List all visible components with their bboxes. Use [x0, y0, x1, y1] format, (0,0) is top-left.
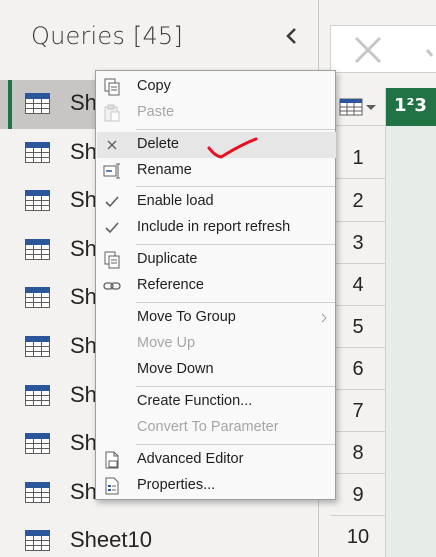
menu-label: Duplicate [137, 251, 198, 267]
menu-label: Properties... [137, 477, 216, 493]
menu-label: Rename [137, 162, 192, 178]
menu-item-reference[interactable]: Reference [97, 273, 336, 299]
power-query-editor: Queries [45] Sheet10 1²3 1 2 3 4 5 6 7 8… [0, 0, 436, 557]
table-icon [25, 93, 50, 114]
data-column[interactable] [386, 126, 436, 557]
collapse-pane-button[interactable] [280, 24, 304, 48]
checkmark-icon [105, 196, 119, 208]
row-number: 4 [330, 264, 386, 306]
column-type-icon[interactable]: 1²3 [394, 95, 427, 116]
commit-formula-button[interactable] [425, 40, 436, 60]
row-number: 9 [330, 474, 386, 516]
menu-label: Convert To Parameter [137, 419, 279, 435]
row-number: 2 [330, 180, 386, 222]
red-checkmark-annotation [207, 137, 258, 159]
reference-link-icon [103, 282, 121, 290]
menu-item-move-up[interactable]: Move Up [97, 331, 336, 357]
query-item-sheet10[interactable]: Sheet10 [0, 517, 318, 557]
advanced-editor-icon [105, 451, 119, 469]
table-icon [25, 530, 50, 552]
delete-x-icon [107, 140, 117, 150]
queries-title: Queries [45] [31, 22, 183, 50]
query-item-sheet1[interactable]: Sheet1 [0, 80, 140, 129]
queries-header: Queries [45] [0, 0, 318, 76]
chevron-left-icon [286, 28, 296, 44]
menu-separator [136, 186, 335, 187]
menu-label: Paste [137, 104, 175, 120]
menu-item-duplicate[interactable]: Duplicate [97, 247, 336, 273]
query-label: Sheet10 [70, 527, 152, 553]
row-number: 6 [330, 348, 386, 390]
menu-separator [136, 129, 335, 130]
row-number: 7 [330, 390, 386, 432]
table-icon [25, 238, 50, 260]
menu-item-create-function[interactable]: Create Function... [97, 389, 336, 415]
menu-label: Copy [137, 78, 171, 94]
table-menu-icon [339, 98, 376, 116]
row-number: 3 [330, 222, 386, 264]
row-number: 10 [330, 516, 386, 557]
menu-separator [136, 302, 335, 303]
selection-accent [8, 80, 12, 129]
table-menu-button[interactable] [330, 88, 386, 126]
checkmark-icon [425, 49, 434, 57]
table-icon [25, 141, 50, 163]
table-icon [25, 335, 50, 357]
table-icon [25, 190, 50, 212]
menu-label: Include in report refresh [137, 219, 291, 235]
cancel-formula-button[interactable] [352, 34, 384, 66]
menu-label: Advanced Editor [137, 451, 244, 467]
menu-item-paste[interactable]: Paste [97, 100, 336, 126]
table-icon [25, 287, 50, 309]
menu-label: Move Up [137, 335, 196, 351]
paste-icon [104, 104, 120, 122]
menu-item-include-in-report-refresh[interactable]: Include in report refresh [97, 215, 336, 241]
row-number: 5 [330, 306, 386, 348]
context-menu: Copy Paste Delete Rename Enable load Inc… [95, 70, 336, 500]
chevron-right-icon [321, 313, 327, 323]
menu-label: Reference [137, 277, 204, 293]
menu-label: Create Function... [137, 393, 253, 409]
menu-label: Move To Group [137, 309, 236, 325]
menu-item-properties[interactable]: Properties... [97, 473, 336, 499]
close-icon [354, 36, 382, 64]
menu-separator [136, 444, 335, 445]
menu-item-copy[interactable]: Copy [97, 74, 336, 100]
checkmark-icon [105, 222, 119, 234]
menu-item-move-down[interactable]: Move Down [97, 357, 336, 383]
menu-label: Move Down [137, 361, 214, 377]
rename-icon [103, 163, 120, 179]
table-icon [25, 433, 50, 455]
row-number: 1 [330, 137, 386, 179]
menu-item-advanced-editor[interactable]: Advanced Editor [97, 447, 336, 473]
duplicate-icon [104, 251, 120, 269]
table-icon [25, 481, 50, 503]
menu-separator [136, 386, 335, 387]
menu-item-enable-load[interactable]: Enable load [97, 189, 336, 215]
menu-label: Enable load [137, 193, 214, 209]
properties-icon [105, 477, 119, 495]
menu-label: Delete [137, 136, 179, 152]
row-number: 8 [330, 432, 386, 474]
menu-item-move-to-group[interactable]: Move To Group [97, 305, 336, 331]
copy-icon [104, 78, 120, 96]
menu-item-convert-to-parameter[interactable]: Convert To Parameter [97, 415, 336, 441]
menu-separator [136, 244, 335, 245]
table-icon [25, 384, 50, 406]
